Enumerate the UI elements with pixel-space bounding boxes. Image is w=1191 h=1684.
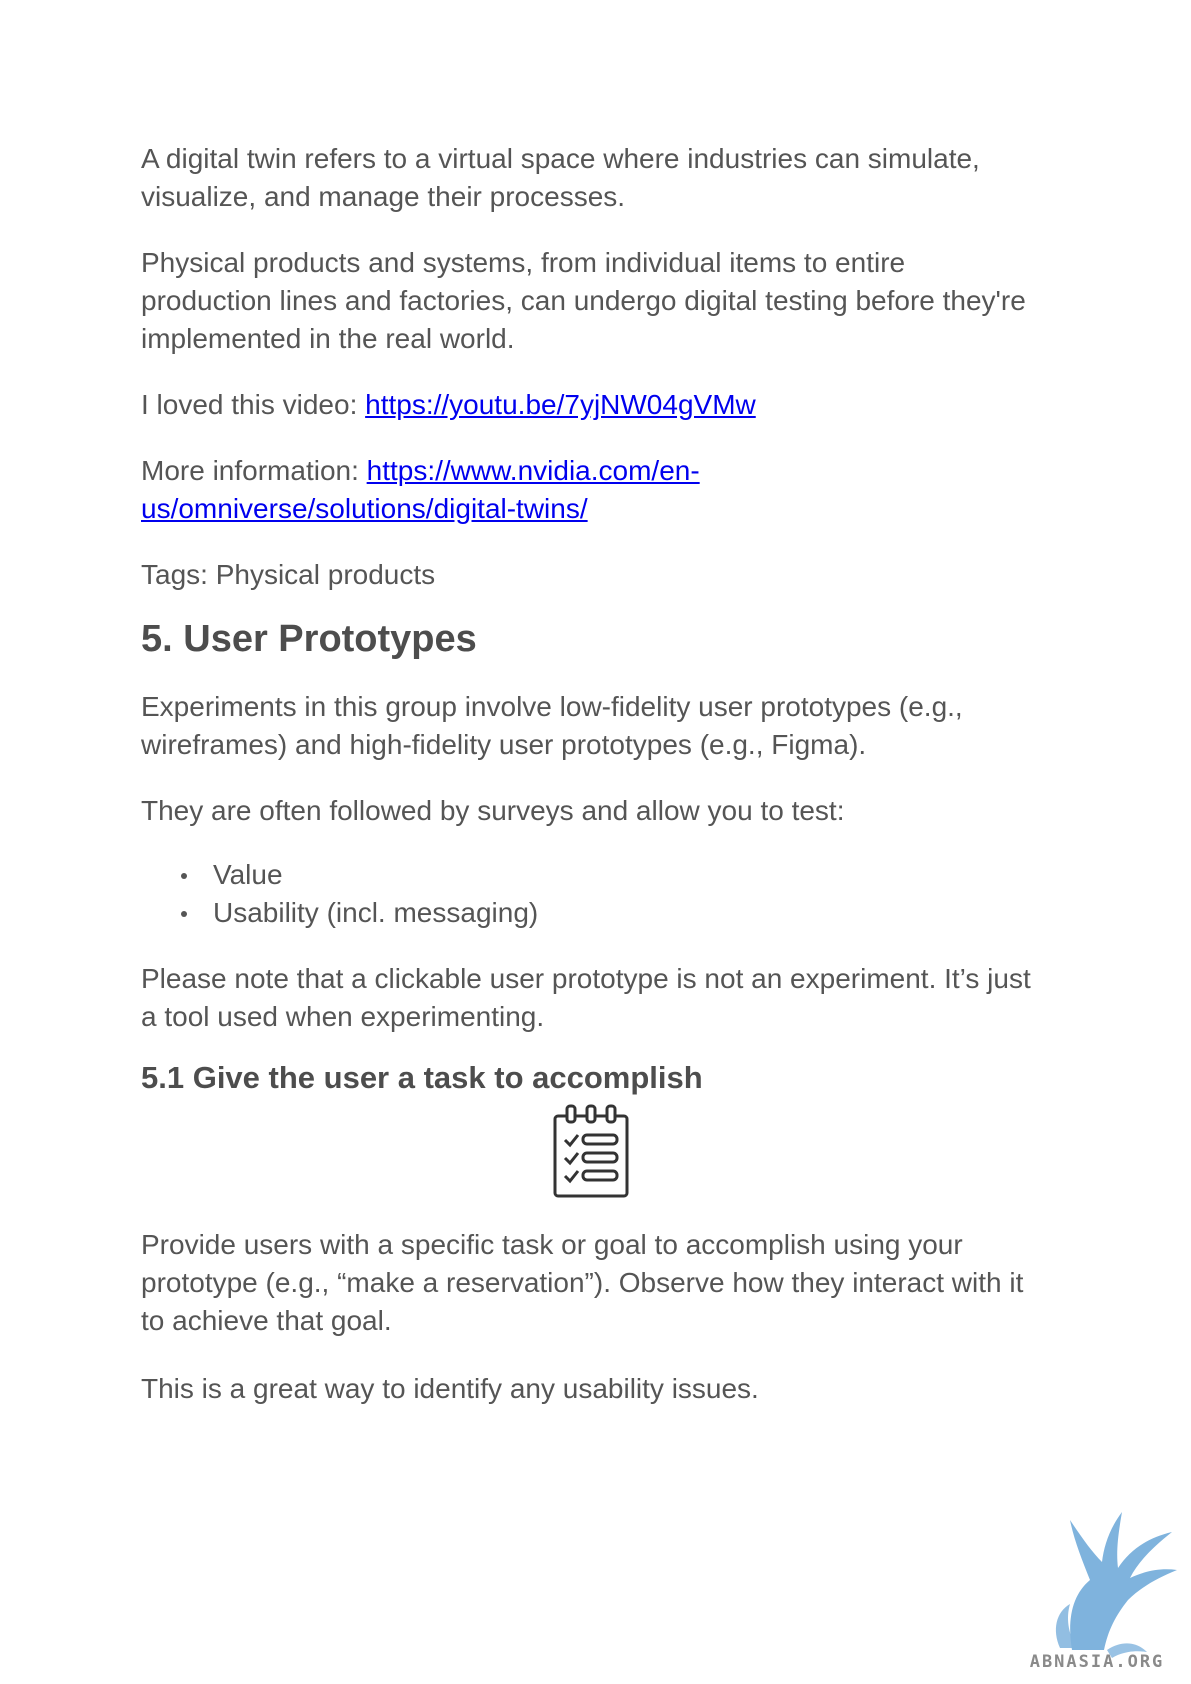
document-page: A digital twin refers to a virtual space… [141,140,1041,1408]
info-paragraph: More information: https://www.nvidia.com… [141,452,1041,528]
video-label: I loved this video: [141,389,366,420]
list-item: Usability (incl. messaging) [181,894,1041,932]
note-paragraph: Please note that a clickable user protot… [141,963,1031,1032]
usability-paragraph: This is a great way to identify any usab… [141,1373,759,1404]
checklist-icon [553,1104,629,1198]
subsection-heading-task: 5.1 Give the user a task to accomplish [141,1060,703,1095]
info-label: More information: [141,455,367,486]
physical-products-paragraph: Physical products and systems, from indi… [141,247,1026,354]
test-list: Value Usability (incl. messaging) [141,856,1041,932]
checklist-icon-container [141,1104,1041,1212]
logo-text: ABNASIA.ORG [1029,1652,1165,1672]
test-intro-paragraph: They are often followed by surveys and a… [141,795,845,826]
griffin-logo-icon [1055,1512,1177,1658]
list-item: Value [181,856,1041,894]
video-paragraph: I loved this video: https://youtu.be/7yj… [141,386,1041,424]
intro-paragraph: A digital twin refers to a virtual space… [141,143,980,212]
prototypes-paragraph: Experiments in this group involve low-fi… [141,691,963,760]
task-paragraph: Provide users with a specific task or go… [141,1229,1024,1336]
video-link[interactable]: https://youtu.be/7yjNW04gVMw [365,389,756,420]
section-heading-user-prototypes: 5. User Prototypes [141,618,477,660]
tags-paragraph: Tags: Physical products [141,559,436,590]
